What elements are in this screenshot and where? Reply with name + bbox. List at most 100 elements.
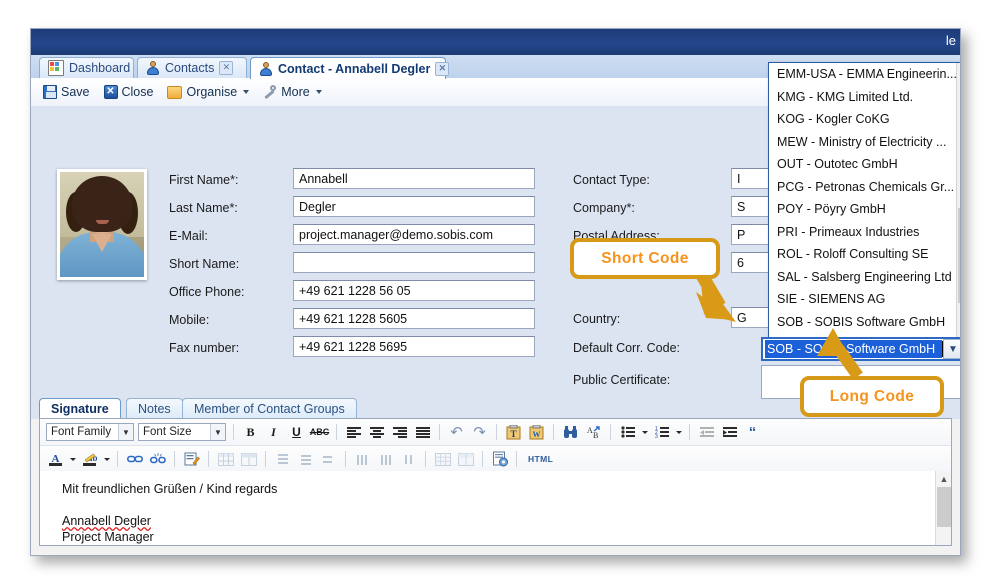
dropdown-option[interactable]: PRI - Primeaux Industries (769, 221, 957, 244)
dropdown-option[interactable]: KOG - Kogler CoKG (769, 108, 957, 131)
short-name-input[interactable] (293, 252, 535, 273)
default-corr-code-combo[interactable]: SOB - SOBIS Software GmbH ▼ (761, 337, 961, 361)
align-center-button[interactable] (367, 423, 386, 442)
find-replace-button[interactable]: AB (584, 423, 603, 442)
strikethrough-button[interactable]: ABC (310, 423, 329, 442)
dropdown-scrollbar[interactable]: ∧ ∨ (956, 63, 961, 340)
indent-icon (723, 426, 737, 438)
last-name-input[interactable] (293, 196, 535, 217)
svg-text:B: B (593, 431, 598, 439)
dropdown-option[interactable]: SAL - Salsberg Engineering Ltd (769, 266, 957, 289)
highlight-chevron-down-icon[interactable] (104, 458, 110, 461)
blockquote-icon: “ (749, 424, 757, 441)
tab-contacts-close-icon[interactable]: ✕ (219, 61, 233, 75)
justify-button[interactable] (413, 423, 432, 442)
text-color-button[interactable]: A (46, 450, 65, 469)
tab-member-of-contact-groups[interactable]: Member of Contact Groups (182, 398, 357, 419)
highlight-icon: ab (82, 451, 97, 467)
chevron-down-icon[interactable]: ▼ (210, 424, 225, 440)
column-before-icon (356, 453, 370, 466)
dropdown-option[interactable]: POY - Pöyry GmbH (769, 198, 957, 221)
merge-cells-button[interactable] (433, 450, 452, 469)
combo-chevron-down-icon[interactable]: ▼ (943, 339, 961, 359)
paste-as-text-button[interactable]: T (504, 423, 523, 442)
dropdown-option[interactable]: OUT - Outotec GmbH (769, 153, 957, 176)
font-size-select[interactable]: Font Size ▼ (138, 423, 226, 441)
tab-dashboard[interactable]: Dashboard (39, 57, 134, 78)
signature-content-area[interactable]: Mit freundlichen Grüßen / Kind regards A… (40, 471, 951, 545)
dropdown-option[interactable]: ROL - Roloff Consulting SE (769, 243, 957, 266)
outdent-button[interactable] (697, 423, 716, 442)
insert-table-button[interactable] (216, 450, 235, 469)
underline-button[interactable]: U (287, 423, 306, 442)
html-source-button[interactable]: HTML (524, 450, 557, 469)
bullet-list-button[interactable] (618, 423, 637, 442)
label-mobile: Mobile: (169, 313, 209, 327)
dropdown-option[interactable]: MEW - Ministry of Electricity ... (769, 131, 957, 154)
document-properties-button[interactable] (490, 450, 509, 469)
mobile-input[interactable] (293, 308, 535, 329)
signature-scrollbar[interactable]: ▲ (935, 471, 951, 545)
numbered-list-button[interactable]: 123 (652, 423, 671, 442)
edit-note-icon (184, 452, 200, 467)
bold-button[interactable]: B (241, 423, 260, 442)
label-short-name: Short Name: (169, 257, 239, 271)
divider (345, 451, 346, 467)
column-before-button[interactable] (353, 450, 372, 469)
font-family-select[interactable]: Font Family ▼ (46, 423, 134, 441)
chevron-down-icon[interactable]: ▼ (118, 424, 133, 440)
scrollbar-thumb[interactable] (958, 208, 961, 303)
tab-signature[interactable]: Signature (39, 398, 121, 419)
more-menu-button[interactable]: More (263, 85, 321, 99)
scrollbar-thumb[interactable] (937, 487, 951, 527)
column-after-button[interactable] (376, 450, 395, 469)
scroll-up-icon[interactable]: ▲ (936, 471, 951, 486)
redo-button[interactable]: ↷ (470, 423, 489, 442)
delete-column-button[interactable] (399, 450, 418, 469)
row-after-button[interactable] (296, 450, 315, 469)
undo-button[interactable]: ↶ (447, 423, 466, 442)
table-properties-icon (241, 453, 257, 466)
row-before-button[interactable] (273, 450, 292, 469)
table-properties-button[interactable] (239, 450, 258, 469)
find-button[interactable] (561, 423, 580, 442)
tab-contacts[interactable]: Contacts ✕ (137, 57, 247, 78)
italic-button[interactable]: I (264, 423, 283, 442)
first-name-input[interactable] (293, 168, 535, 189)
edit-note-button[interactable] (182, 450, 201, 469)
email-input[interactable] (293, 224, 535, 245)
text-color-chevron-down-icon[interactable] (70, 458, 76, 461)
align-right-button[interactable] (390, 423, 409, 442)
indent-button[interactable] (720, 423, 739, 442)
align-left-button[interactable] (344, 423, 363, 442)
tab-contact-close-icon[interactable]: ✕ (435, 62, 449, 76)
blockquote-button[interactable]: “ (743, 423, 762, 442)
organise-menu-button[interactable]: Organise (167, 85, 249, 99)
save-button[interactable]: Save (43, 85, 90, 99)
scroll-up-icon[interactable]: ∧ (957, 63, 961, 80)
highlight-color-button[interactable]: ab (80, 450, 99, 469)
dropdown-option[interactable]: SOB - SOBIS Software GmbH (769, 311, 957, 334)
numbered-list-chevron-down-icon[interactable] (676, 431, 682, 434)
divider (482, 451, 483, 467)
tab-notes[interactable]: Notes (126, 398, 183, 419)
html-label: HTML (528, 454, 553, 464)
paste-from-word-button[interactable]: W (527, 423, 546, 442)
editor-toolbar-row-2: A ab (40, 446, 951, 473)
split-cell-button[interactable] (456, 450, 475, 469)
close-button[interactable]: ✕ Close (104, 85, 154, 99)
dropdown-option[interactable]: PCG - Petronas Chemicals Gr... (769, 176, 957, 199)
delete-row-button[interactable] (319, 450, 338, 469)
insert-link-button[interactable] (125, 450, 144, 469)
default-corr-code-dropdown-list[interactable]: EMM-USA - EMMA Engineerin... KMG - KMG L… (768, 62, 961, 341)
bullet-list-chevron-down-icon[interactable] (642, 431, 648, 434)
dropdown-option[interactable]: EMM-USA - EMMA Engineerin... (769, 63, 957, 86)
office-phone-input[interactable] (293, 280, 535, 301)
dropdown-option[interactable]: SIE - SIEMENS AG (769, 288, 957, 311)
label-office-phone: Office Phone: (169, 285, 245, 299)
fax-number-input[interactable] (293, 336, 535, 357)
contact-person-icon (259, 62, 273, 76)
dropdown-option[interactable]: KMG - KMG Limited Ltd. (769, 86, 957, 109)
tab-contact-annabell-degler[interactable]: Contact - Annabell Degler ✕ (250, 57, 446, 79)
unlink-button[interactable] (148, 450, 167, 469)
